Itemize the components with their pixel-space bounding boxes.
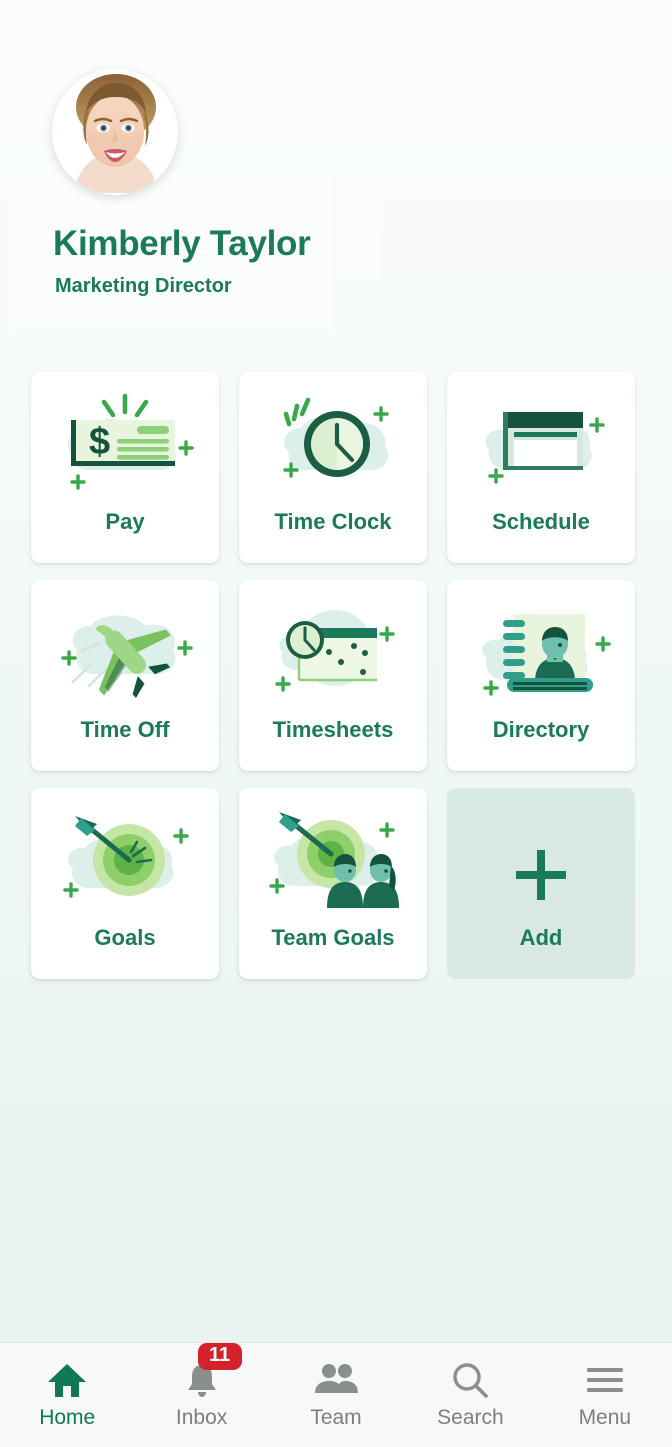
search-icon [450, 1359, 490, 1401]
user-photo-avatar [52, 69, 178, 195]
tile-label: Timesheets [272, 717, 394, 742]
tile-pay[interactable]: $ Pay [31, 372, 219, 563]
nav-label: Inbox [175, 1406, 228, 1429]
home-icon [46, 1359, 88, 1401]
tile-time-off[interactable]: Time Off [31, 580, 219, 771]
nav-item-search[interactable]: Search [403, 1343, 537, 1447]
nav-label: Menu [578, 1406, 632, 1429]
airplane-icon [61, 615, 193, 699]
nav-item-home[interactable]: Home [0, 1343, 134, 1447]
tile-time-clock[interactable]: Time Clock [239, 372, 427, 563]
tile-label: Team Goals [271, 925, 395, 950]
page-title: Kimberly Taylor [53, 224, 311, 263]
tile-label: Time Off [80, 717, 170, 742]
people-icon [313, 1359, 359, 1401]
tile-directory[interactable]: Directory [447, 580, 635, 771]
clock-icon [283, 397, 389, 478]
nav-label: Team [310, 1406, 362, 1429]
paycheck-icon: $ [67, 393, 194, 490]
address-book-icon [482, 614, 611, 696]
nav-label: Home [39, 1406, 96, 1429]
tile-label: Add [519, 925, 563, 950]
tile-label: Pay [105, 509, 145, 534]
tile-label: Time Clock [274, 509, 392, 534]
plus-icon [516, 849, 566, 900]
bell-icon: 11 [182, 1343, 242, 1401]
app-tile-grid: $ Pay Time Clock Schedule Time Off Times… [0, 372, 672, 979]
tile-label: Goals [94, 925, 156, 950]
timesheet-icon [275, 610, 395, 692]
target-arrow-icon [63, 816, 189, 898]
tile-label: Directory [492, 717, 590, 742]
tile-schedule[interactable]: Schedule [447, 372, 635, 563]
profile-header: Kimberly Taylor Marketing Director [0, 0, 672, 345]
tile-add[interactable]: Add [447, 788, 635, 979]
tile-goals[interactable]: Goals [31, 788, 219, 979]
nav-item-team[interactable]: Team [269, 1343, 403, 1447]
header-panel-secondary [333, 172, 381, 282]
inbox-badge: 11 [197, 1343, 242, 1370]
nav-item-inbox[interactable]: 11 Inbox [134, 1343, 268, 1447]
svg-text:$: $ [89, 421, 110, 463]
avatar[interactable] [52, 69, 178, 195]
tile-timesheets[interactable]: Timesheets [239, 580, 427, 771]
calendar-icon [485, 412, 605, 484]
hamburger-menu-icon [584, 1359, 626, 1401]
nav-item-menu[interactable]: Menu [538, 1343, 672, 1447]
tile-team-goals[interactable]: Team Goals [239, 788, 427, 979]
bottom-navigation-bar: Home 11 Inbox Team Search Menu [0, 1342, 672, 1446]
profile-role: Marketing Director [55, 275, 232, 297]
nav-label: Search [437, 1406, 504, 1429]
team-target-icon [269, 812, 399, 908]
tile-label: Schedule [492, 509, 590, 534]
